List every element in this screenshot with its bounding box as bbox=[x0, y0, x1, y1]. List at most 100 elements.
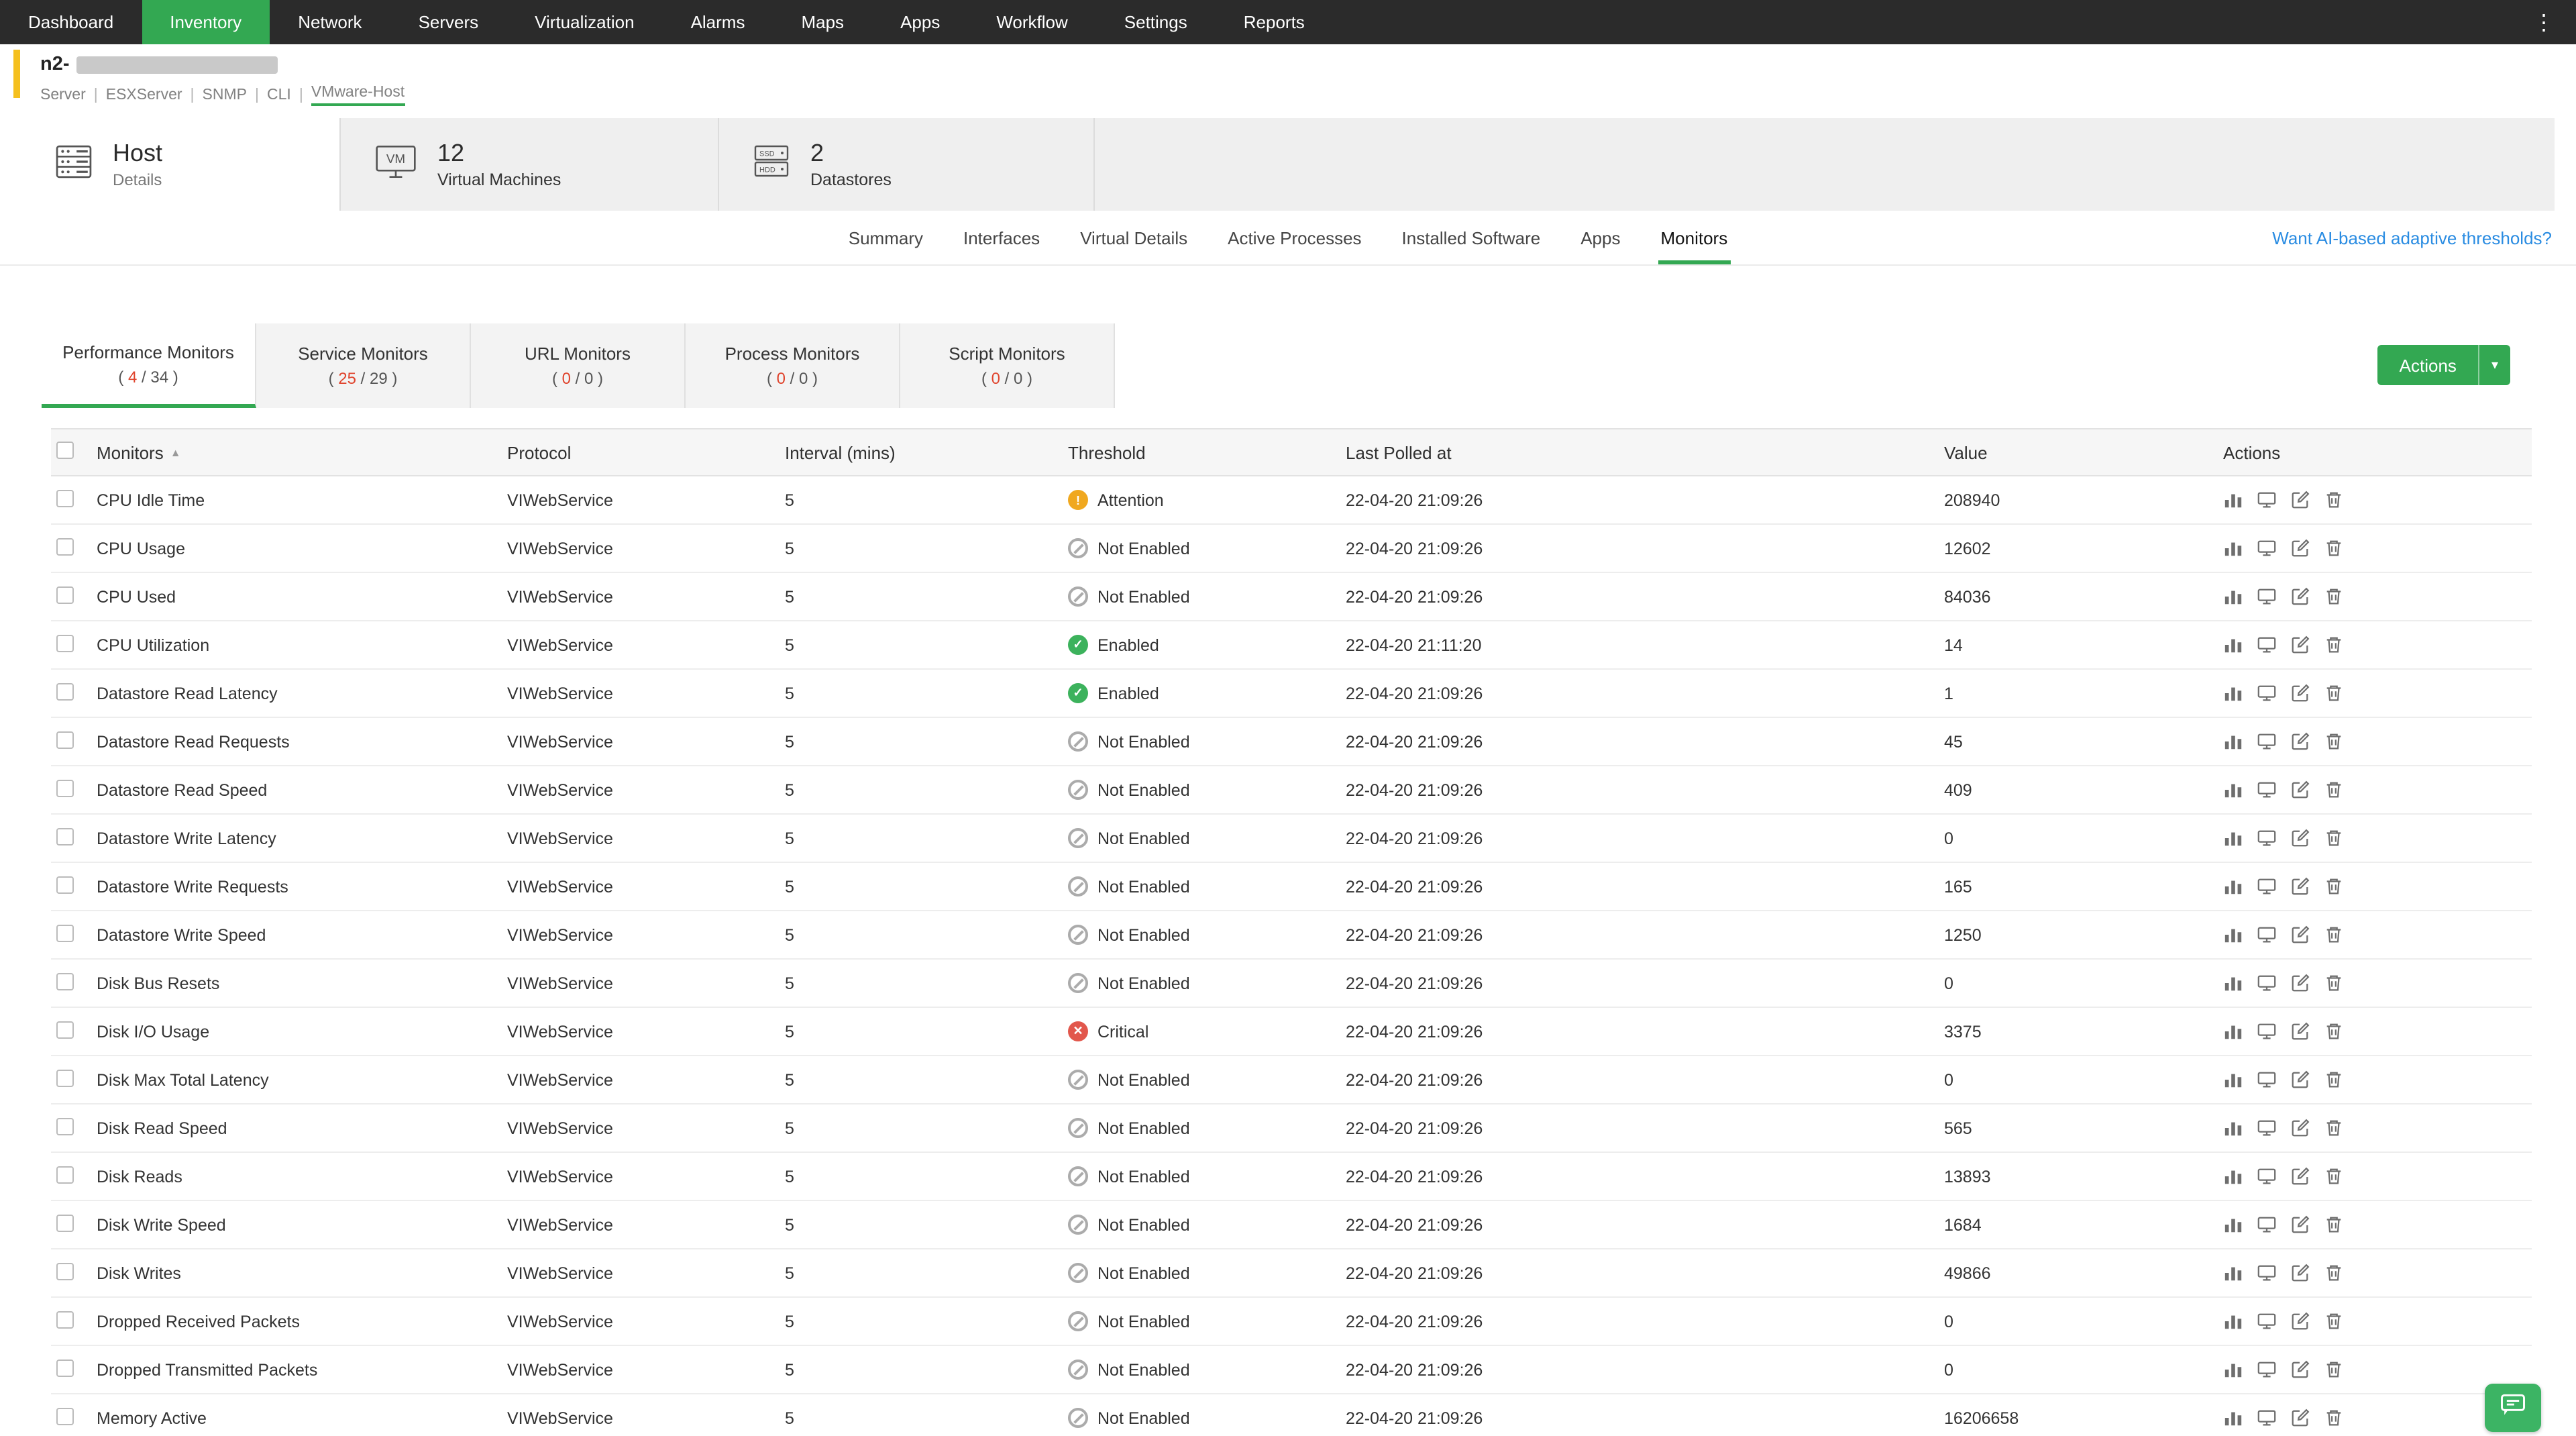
edit-icon[interactable] bbox=[2290, 973, 2310, 993]
edit-icon[interactable] bbox=[2290, 490, 2310, 510]
subnav-item-active-processes[interactable]: Active Processes bbox=[1228, 211, 1361, 264]
header-protocol[interactable]: Protocol bbox=[507, 442, 785, 462]
delete-icon[interactable] bbox=[2324, 1118, 2344, 1138]
monitor-icon[interactable] bbox=[2257, 490, 2277, 510]
monitor-icon[interactable] bbox=[2257, 1311, 2277, 1331]
chart-icon[interactable] bbox=[2223, 1021, 2243, 1041]
actions-button[interactable]: Actions ▾ bbox=[2378, 345, 2510, 385]
edit-icon[interactable] bbox=[2290, 1118, 2310, 1138]
subnav-item-monitors[interactable]: Monitors bbox=[1661, 211, 1728, 264]
delete-icon[interactable] bbox=[2324, 490, 2344, 510]
delete-icon[interactable] bbox=[2324, 1021, 2344, 1041]
header-interval[interactable]: Interval (mins) bbox=[785, 442, 1068, 462]
monitor-icon[interactable] bbox=[2257, 1118, 2277, 1138]
row-checkbox[interactable] bbox=[56, 1069, 74, 1086]
delete-icon[interactable] bbox=[2324, 538, 2344, 558]
chart-icon[interactable] bbox=[2223, 1166, 2243, 1186]
chart-icon[interactable] bbox=[2223, 1311, 2243, 1331]
nav-item-apps[interactable]: Apps bbox=[872, 0, 968, 44]
monitor-icon[interactable] bbox=[2257, 876, 2277, 896]
delete-icon[interactable] bbox=[2324, 1070, 2344, 1090]
chart-icon[interactable] bbox=[2223, 1070, 2243, 1090]
edit-icon[interactable] bbox=[2290, 1408, 2310, 1428]
edit-icon[interactable] bbox=[2290, 1311, 2310, 1331]
chart-icon[interactable] bbox=[2223, 780, 2243, 800]
row-checkbox[interactable] bbox=[56, 634, 74, 652]
nav-item-dashboard[interactable]: Dashboard bbox=[0, 0, 142, 44]
row-checkbox[interactable] bbox=[56, 1262, 74, 1280]
row-checkbox[interactable] bbox=[56, 1021, 74, 1038]
monitor-icon[interactable] bbox=[2257, 683, 2277, 703]
edit-icon[interactable] bbox=[2290, 1263, 2310, 1283]
monitor-icon[interactable] bbox=[2257, 586, 2277, 607]
delete-icon[interactable] bbox=[2324, 586, 2344, 607]
edit-icon[interactable] bbox=[2290, 1360, 2310, 1380]
delete-icon[interactable] bbox=[2324, 683, 2344, 703]
chart-icon[interactable] bbox=[2223, 1263, 2243, 1283]
delete-icon[interactable] bbox=[2324, 1360, 2344, 1380]
row-checkbox[interactable] bbox=[56, 1117, 74, 1135]
edit-icon[interactable] bbox=[2290, 1166, 2310, 1186]
row-checkbox[interactable] bbox=[56, 586, 74, 603]
more-menu-icon[interactable]: ⋮ bbox=[2512, 0, 2576, 44]
edit-icon[interactable] bbox=[2290, 586, 2310, 607]
monitor-icon[interactable] bbox=[2257, 635, 2277, 655]
card-host-details[interactable]: Host Details bbox=[21, 118, 341, 211]
delete-icon[interactable] bbox=[2324, 1311, 2344, 1331]
tab-service-monitors[interactable]: Service Monitors( 25 / 29 ) bbox=[256, 323, 471, 408]
chart-icon[interactable] bbox=[2223, 876, 2243, 896]
edit-icon[interactable] bbox=[2290, 683, 2310, 703]
chart-icon[interactable] bbox=[2223, 973, 2243, 993]
edit-icon[interactable] bbox=[2290, 635, 2310, 655]
delete-icon[interactable] bbox=[2324, 780, 2344, 800]
monitor-icon[interactable] bbox=[2257, 1021, 2277, 1041]
row-checkbox[interactable] bbox=[56, 827, 74, 845]
row-checkbox[interactable] bbox=[56, 1311, 74, 1328]
card-virtual-machines[interactable]: VM 12 Virtual Machines bbox=[341, 118, 719, 211]
edit-icon[interactable] bbox=[2290, 1070, 2310, 1090]
row-checkbox[interactable] bbox=[56, 876, 74, 893]
delete-icon[interactable] bbox=[2324, 1408, 2344, 1428]
chart-icon[interactable] bbox=[2223, 490, 2243, 510]
row-checkbox[interactable] bbox=[56, 779, 74, 797]
edit-icon[interactable] bbox=[2290, 780, 2310, 800]
delete-icon[interactable] bbox=[2324, 731, 2344, 752]
nav-item-virtualization[interactable]: Virtualization bbox=[506, 0, 662, 44]
subnav-item-apps[interactable]: Apps bbox=[1580, 211, 1620, 264]
nav-item-reports[interactable]: Reports bbox=[1216, 0, 1333, 44]
chart-icon[interactable] bbox=[2223, 1360, 2243, 1380]
edit-icon[interactable] bbox=[2290, 1215, 2310, 1235]
delete-icon[interactable] bbox=[2324, 973, 2344, 993]
nav-item-network[interactable]: Network bbox=[270, 0, 390, 44]
row-checkbox[interactable] bbox=[56, 731, 74, 748]
chart-icon[interactable] bbox=[2223, 828, 2243, 848]
subnav-item-installed-software[interactable]: Installed Software bbox=[1402, 211, 1541, 264]
header-value[interactable]: Value bbox=[1944, 442, 2223, 462]
edit-icon[interactable] bbox=[2290, 925, 2310, 945]
subnav-item-summary[interactable]: Summary bbox=[849, 211, 923, 264]
header-threshold[interactable]: Threshold bbox=[1068, 442, 1346, 462]
row-checkbox[interactable] bbox=[56, 1407, 74, 1425]
chart-icon[interactable] bbox=[2223, 1118, 2243, 1138]
subnav-item-virtual-details[interactable]: Virtual Details bbox=[1080, 211, 1187, 264]
row-checkbox[interactable] bbox=[56, 924, 74, 941]
monitor-icon[interactable] bbox=[2257, 973, 2277, 993]
edit-icon[interactable] bbox=[2290, 876, 2310, 896]
nav-item-inventory[interactable]: Inventory bbox=[142, 0, 270, 44]
edit-icon[interactable] bbox=[2290, 731, 2310, 752]
chart-icon[interactable] bbox=[2223, 731, 2243, 752]
nav-item-servers[interactable]: Servers bbox=[390, 0, 507, 44]
monitor-icon[interactable] bbox=[2257, 1360, 2277, 1380]
tab-process-monitors[interactable]: Process Monitors( 0 / 0 ) bbox=[686, 323, 900, 408]
monitor-icon[interactable] bbox=[2257, 1408, 2277, 1428]
header-last-polled[interactable]: Last Polled at bbox=[1346, 442, 1944, 462]
subnav-item-interfaces[interactable]: Interfaces bbox=[963, 211, 1040, 264]
nav-item-workflow[interactable]: Workflow bbox=[968, 0, 1095, 44]
chart-icon[interactable] bbox=[2223, 925, 2243, 945]
sort-asc-icon[interactable]: ▲ bbox=[170, 446, 181, 458]
chart-icon[interactable] bbox=[2223, 586, 2243, 607]
row-checkbox[interactable] bbox=[56, 1214, 74, 1231]
delete-icon[interactable] bbox=[2324, 1215, 2344, 1235]
delete-icon[interactable] bbox=[2324, 925, 2344, 945]
monitor-icon[interactable] bbox=[2257, 780, 2277, 800]
